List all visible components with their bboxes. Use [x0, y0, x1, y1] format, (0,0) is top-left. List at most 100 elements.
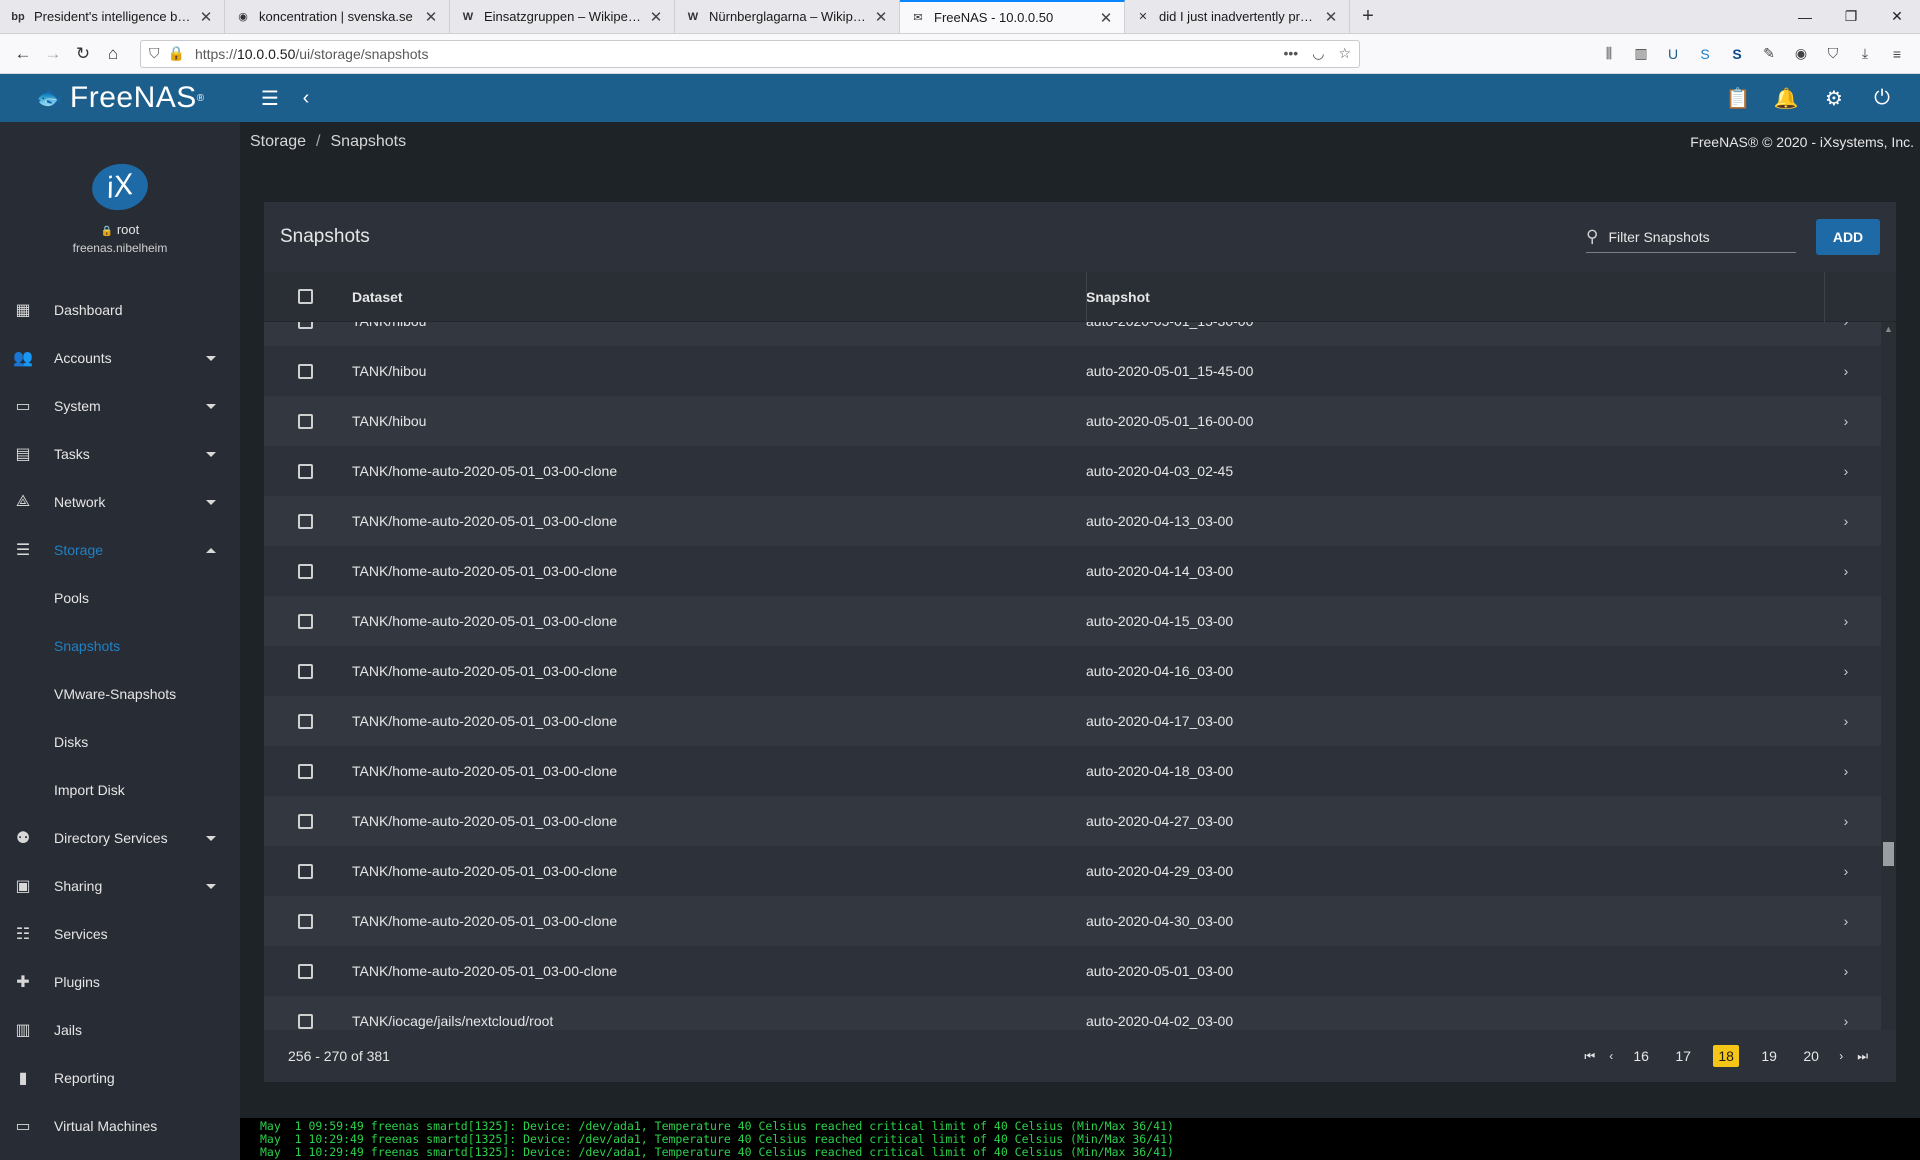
- table-row[interactable]: TANK/home-auto-2020-05-01_03-00-clone aut…: [264, 846, 1881, 896]
- row-checkbox[interactable]: [298, 813, 313, 829]
- browser-tab[interactable]: ◉ koncentration | svenska.se ✕: [225, 0, 450, 33]
- page-number[interactable]: 19: [1751, 1048, 1787, 1064]
- row-checkbox[interactable]: [298, 913, 313, 929]
- download-icon[interactable]: ⤓: [1856, 45, 1874, 62]
- extension-s-icon[interactable]: S: [1696, 46, 1714, 62]
- row-checkbox[interactable]: [298, 363, 313, 379]
- row-checkbox[interactable]: [298, 413, 313, 429]
- sidebar-item-directory-services[interactable]: ⚉ Directory Services: [0, 814, 240, 862]
- table-row[interactable]: TANK/home-auto-2020-05-01_03-00-clone aut…: [264, 896, 1881, 946]
- filter-input[interactable]: [1608, 228, 1789, 245]
- forward-icon[interactable]: →: [38, 39, 68, 69]
- clipboard-icon[interactable]: 📋: [1720, 80, 1756, 116]
- bell-icon[interactable]: 🔔: [1768, 80, 1804, 116]
- menu-icon[interactable]: ≡: [1888, 46, 1906, 62]
- sidebar-subitem-snapshots[interactable]: Snapshots: [0, 622, 240, 670]
- close-window-icon[interactable]: ✕: [1874, 0, 1920, 33]
- scroll-up-icon[interactable]: ▲: [1881, 324, 1896, 334]
- extension-brush-icon[interactable]: ✎: [1760, 45, 1778, 62]
- tab-close-icon[interactable]: ✕: [198, 8, 214, 26]
- more-icon[interactable]: •••: [1284, 45, 1299, 62]
- expand-row-icon[interactable]: ›: [1826, 563, 1866, 579]
- hamburger-menu-icon[interactable]: ☰: [252, 80, 288, 116]
- table-row[interactable]: TANK/home-auto-2020-05-01_03-00-clone aut…: [264, 646, 1881, 696]
- sidebar-item-jails[interactable]: ▥ Jails: [0, 1006, 240, 1054]
- scrollbar-thumb[interactable]: [1883, 842, 1894, 866]
- url-bar[interactable]: ⛉ 🔒 https://10.0.0.50/ui/storage/snapsho…: [140, 39, 1360, 68]
- table-row[interactable]: TANK/hibouauto-2020-05-01_15-30-00›: [264, 322, 1881, 346]
- power-icon[interactable]: ⏻: [1864, 80, 1900, 116]
- row-checkbox[interactable]: [298, 663, 313, 679]
- pocket-icon[interactable]: ◡: [1312, 45, 1324, 62]
- sidebar-item-sharing[interactable]: ▣ Sharing: [0, 862, 240, 910]
- expand-row-icon[interactable]: ›: [1826, 363, 1866, 379]
- row-checkbox[interactable]: [298, 463, 313, 479]
- sidebar-subitem-vmware-snapshots[interactable]: VMware-Snapshots: [0, 670, 240, 718]
- row-checkbox[interactable]: [298, 713, 313, 729]
- expand-row-icon[interactable]: ›: [1826, 713, 1866, 729]
- table-row[interactable]: TANK/home-auto-2020-05-01_03-00-clone aut…: [264, 596, 1881, 646]
- home-icon[interactable]: ⌂: [98, 39, 128, 69]
- expand-row-icon[interactable]: ›: [1826, 413, 1866, 429]
- row-checkbox[interactable]: [298, 613, 313, 629]
- sidebar-item-dashboard[interactable]: ▦ Dashboard: [0, 286, 240, 334]
- table-row[interactable]: TANK/home-auto-2020-05-01_03-00-clone aut…: [264, 546, 1881, 596]
- expand-row-icon[interactable]: ›: [1826, 663, 1866, 679]
- freenas-logo[interactable]: 🐟 FreeNAS ®: [0, 74, 240, 122]
- breadcrumb-storage[interactable]: Storage: [250, 133, 306, 151]
- tab-close-icon[interactable]: ✕: [1098, 9, 1114, 27]
- select-all-checkbox[interactable]: [298, 289, 313, 304]
- tab-close-icon[interactable]: ✕: [423, 8, 439, 26]
- sidebar-item-services[interactable]: ☷ Services: [0, 910, 240, 958]
- expand-row-icon[interactable]: ›: [1826, 1013, 1866, 1029]
- table-row[interactable]: TANK/hibou auto-2020-05-01_15-45-00 ›: [264, 346, 1881, 396]
- sidebar-subitem-disks[interactable]: Disks: [0, 718, 240, 766]
- prev-page-icon[interactable]: ‹: [1605, 1049, 1617, 1063]
- row-checkbox[interactable]: [298, 963, 313, 979]
- row-checkbox[interactable]: [298, 322, 313, 329]
- table-row[interactable]: TANK/home-auto-2020-05-01_03-00-clone aut…: [264, 796, 1881, 846]
- browser-tab[interactable]: bp President's intelligence briefing ✕: [0, 0, 225, 33]
- sidebar-item-tasks[interactable]: ▤ Tasks: [0, 430, 240, 478]
- browser-tab[interactable]: ✕ did I just inadvertently promote ✕: [1125, 0, 1350, 33]
- extension-icon[interactable]: U: [1664, 46, 1682, 62]
- back-icon[interactable]: ←: [8, 39, 38, 69]
- sidebar-item-reporting[interactable]: ▮ Reporting: [0, 1054, 240, 1102]
- tab-close-icon[interactable]: ✕: [1323, 8, 1339, 26]
- page-number[interactable]: 18: [1713, 1045, 1740, 1067]
- extension-s2-icon[interactable]: S: [1728, 46, 1746, 62]
- table-row[interactable]: TANK/home-auto-2020-05-01_03-00-clone aut…: [264, 946, 1881, 996]
- page-number[interactable]: 16: [1623, 1048, 1659, 1064]
- table-scrollbar[interactable]: ▲ ▼: [1881, 322, 1896, 1052]
- expand-row-icon[interactable]: ›: [1826, 813, 1866, 829]
- column-header-dataset[interactable]: Dataset: [352, 289, 1086, 305]
- browser-tab[interactable]: W Nürnberglagarna – Wikipedia ✕: [675, 0, 900, 33]
- last-page-icon[interactable]: ⏭: [1853, 1049, 1872, 1064]
- row-checkbox[interactable]: [298, 1013, 313, 1029]
- table-row[interactable]: TANK/home-auto-2020-05-01_03-00-clone aut…: [264, 446, 1881, 496]
- sidebar-icon[interactable]: ▥: [1632, 45, 1650, 62]
- minimize-icon[interactable]: —: [1782, 0, 1828, 33]
- row-checkbox[interactable]: [298, 863, 313, 879]
- page-number[interactable]: 20: [1793, 1048, 1829, 1064]
- expand-row-icon[interactable]: ›: [1826, 322, 1866, 329]
- library-icon[interactable]: ⫼: [1600, 45, 1618, 62]
- expand-row-icon[interactable]: ›: [1826, 463, 1866, 479]
- expand-row-icon[interactable]: ›: [1826, 613, 1866, 629]
- reload-icon[interactable]: ↻: [68, 39, 98, 69]
- browser-tab[interactable]: ✉ FreeNAS - 10.0.0.50 ✕: [900, 0, 1125, 33]
- row-checkbox[interactable]: [298, 763, 313, 779]
- sidebar-subitem-import-disk[interactable]: Import Disk: [0, 766, 240, 814]
- account-icon[interactable]: ◉: [1792, 45, 1810, 62]
- sidebar-subitem-pools[interactable]: Pools: [0, 574, 240, 622]
- restore-icon[interactable]: ❐: [1828, 0, 1874, 33]
- table-row[interactable]: TANK/home-auto-2020-05-01_03-00-clone aut…: [264, 696, 1881, 746]
- first-page-icon[interactable]: ⏮: [1580, 1049, 1599, 1064]
- table-row[interactable]: TANK/home-auto-2020-05-01_03-00-clone aut…: [264, 746, 1881, 796]
- url-text[interactable]: https://10.0.0.50/ui/storage/snapshots: [195, 46, 1284, 62]
- expand-row-icon[interactable]: ›: [1826, 863, 1866, 879]
- page-number[interactable]: 17: [1665, 1048, 1701, 1064]
- bookmark-star-icon[interactable]: ☆: [1338, 45, 1351, 62]
- expand-row-icon[interactable]: ›: [1826, 763, 1866, 779]
- tab-close-icon[interactable]: ✕: [648, 8, 664, 26]
